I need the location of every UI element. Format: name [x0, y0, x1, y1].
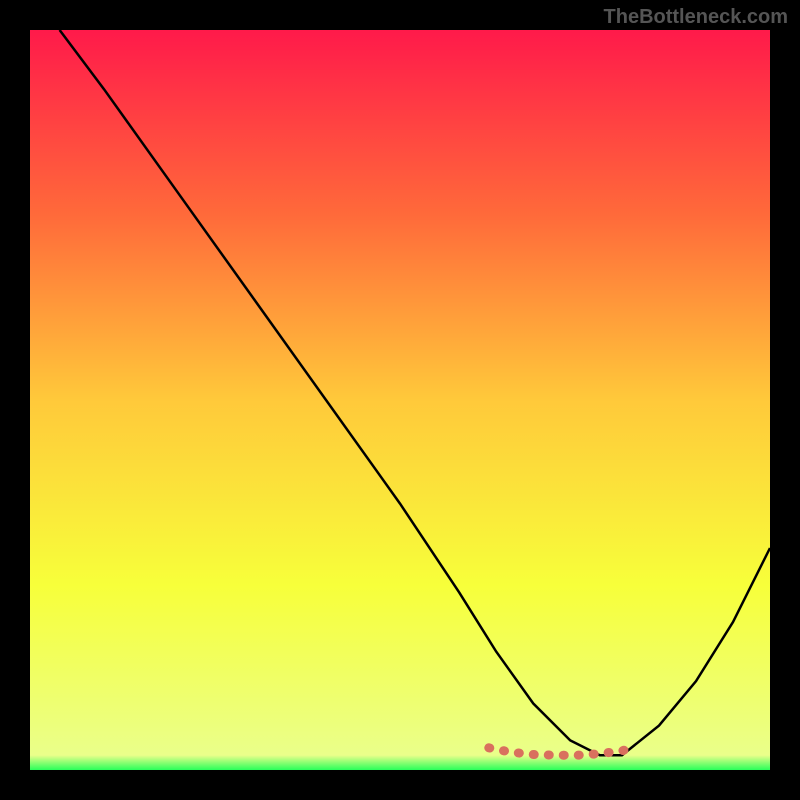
- chart-svg: [30, 30, 770, 770]
- plot-area: [30, 30, 770, 770]
- chart-container: TheBottleneck.com: [0, 0, 800, 800]
- watermark-text: TheBottleneck.com: [604, 6, 788, 29]
